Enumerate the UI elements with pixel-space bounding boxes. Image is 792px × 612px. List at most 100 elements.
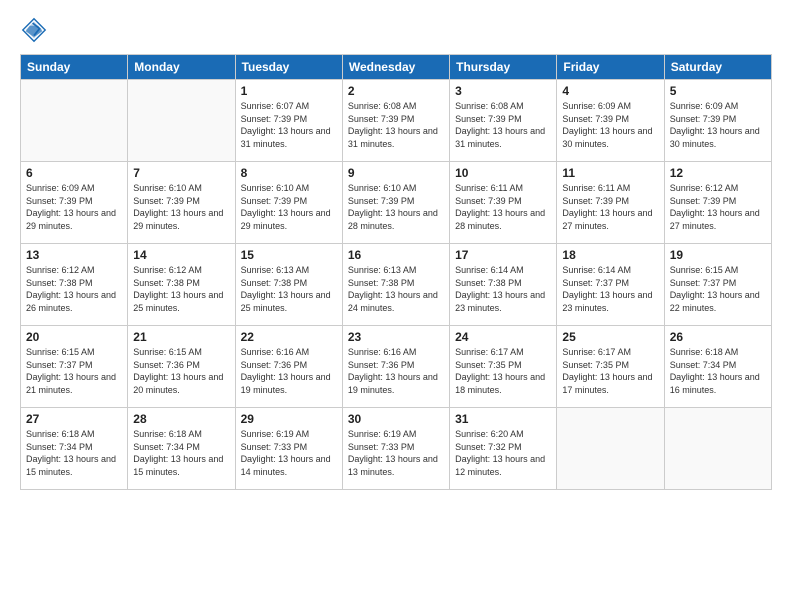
day-number: 4 (562, 84, 658, 98)
calendar-cell: 20 Sunrise: 6:15 AM Sunset: 7:37 PM Dayli… (21, 326, 128, 408)
day-info: Sunrise: 6:16 AM Sunset: 7:36 PM Dayligh… (348, 346, 444, 396)
day-info: Sunrise: 6:17 AM Sunset: 7:35 PM Dayligh… (562, 346, 658, 396)
calendar-cell: 17 Sunrise: 6:14 AM Sunset: 7:38 PM Dayli… (450, 244, 557, 326)
day-info: Sunrise: 6:13 AM Sunset: 7:38 PM Dayligh… (241, 264, 337, 314)
day-number: 7 (133, 166, 229, 180)
calendar-cell: 8 Sunrise: 6:10 AM Sunset: 7:39 PM Daylig… (235, 162, 342, 244)
day-number: 26 (670, 330, 766, 344)
day-number: 14 (133, 248, 229, 262)
calendar-cell: 15 Sunrise: 6:13 AM Sunset: 7:38 PM Dayli… (235, 244, 342, 326)
day-number: 9 (348, 166, 444, 180)
day-number: 3 (455, 84, 551, 98)
header (20, 16, 772, 44)
day-info: Sunrise: 6:15 AM Sunset: 7:36 PM Dayligh… (133, 346, 229, 396)
day-info: Sunrise: 6:12 AM Sunset: 7:38 PM Dayligh… (133, 264, 229, 314)
calendar-cell (128, 80, 235, 162)
day-info: Sunrise: 6:18 AM Sunset: 7:34 PM Dayligh… (133, 428, 229, 478)
calendar-cell: 30Sunrise: 6:19 AM Sunset: 7:33 PM Dayli… (342, 408, 449, 490)
calendar-cell (557, 408, 664, 490)
calendar-cell: 27Sunrise: 6:18 AM Sunset: 7:34 PM Dayli… (21, 408, 128, 490)
calendar-cell: 1Sunrise: 6:07 AM Sunset: 7:39 PM Daylig… (235, 80, 342, 162)
calendar-week-4: 20 Sunrise: 6:15 AM Sunset: 7:37 PM Dayli… (21, 326, 772, 408)
day-info: Sunrise: 6:11 AM Sunset: 7:39 PM Dayligh… (455, 182, 551, 232)
day-number: 17 (455, 248, 551, 262)
day-info: Sunrise: 6:15 AM Sunset: 7:37 PM Dayligh… (26, 346, 122, 396)
calendar-cell (21, 80, 128, 162)
day-info: Sunrise: 6:15 AM Sunset: 7:37 PM Dayligh… (670, 264, 766, 314)
day-number: 22 (241, 330, 337, 344)
calendar-week-3: 13 Sunrise: 6:12 AM Sunset: 7:38 PM Dayli… (21, 244, 772, 326)
calendar-cell: 25 Sunrise: 6:17 AM Sunset: 7:35 PM Dayli… (557, 326, 664, 408)
calendar-cell: 26 Sunrise: 6:18 AM Sunset: 7:34 PM Dayli… (664, 326, 771, 408)
calendar-header-tuesday: Tuesday (235, 55, 342, 80)
day-info: Sunrise: 6:10 AM Sunset: 7:39 PM Dayligh… (133, 182, 229, 232)
calendar-cell: 14 Sunrise: 6:12 AM Sunset: 7:38 PM Dayli… (128, 244, 235, 326)
calendar-cell (664, 408, 771, 490)
day-info: Sunrise: 6:14 AM Sunset: 7:37 PM Dayligh… (562, 264, 658, 314)
calendar-cell: 2Sunrise: 6:08 AM Sunset: 7:39 PM Daylig… (342, 80, 449, 162)
day-info: Sunrise: 6:16 AM Sunset: 7:36 PM Dayligh… (241, 346, 337, 396)
calendar-cell: 19 Sunrise: 6:15 AM Sunset: 7:37 PM Dayli… (664, 244, 771, 326)
calendar-cell: 24 Sunrise: 6:17 AM Sunset: 7:35 PM Dayli… (450, 326, 557, 408)
day-info: Sunrise: 6:18 AM Sunset: 7:34 PM Dayligh… (670, 346, 766, 396)
day-number: 25 (562, 330, 658, 344)
day-number: 8 (241, 166, 337, 180)
calendar-cell: 28 Sunrise: 6:18 AM Sunset: 7:34 PM Dayli… (128, 408, 235, 490)
day-number: 27 (26, 412, 122, 426)
day-info: Sunrise: 6:09 AM Sunset: 7:39 PM Dayligh… (562, 100, 658, 150)
calendar-week-2: 6 Sunrise: 6:09 AM Sunset: 7:39 PM Daylig… (21, 162, 772, 244)
day-number: 6 (26, 166, 122, 180)
day-info: Sunrise: 6:17 AM Sunset: 7:35 PM Dayligh… (455, 346, 551, 396)
logo (20, 16, 52, 44)
day-info: Sunrise: 6:10 AM Sunset: 7:39 PM Dayligh… (241, 182, 337, 232)
calendar-header-thursday: Thursday (450, 55, 557, 80)
calendar-header-row: SundayMondayTuesdayWednesdayThursdayFrid… (21, 55, 772, 80)
day-info: Sunrise: 6:09 AM Sunset: 7:39 PM Dayligh… (26, 182, 122, 232)
day-number: 31 (455, 412, 551, 426)
calendar-header-sunday: Sunday (21, 55, 128, 80)
calendar-cell: 18 Sunrise: 6:14 AM Sunset: 7:37 PM Dayli… (557, 244, 664, 326)
page: SundayMondayTuesdayWednesdayThursdayFrid… (0, 0, 792, 612)
calendar-week-5: 27 Sunrise: 6:18 AM Sunset: 7:34 PM Dayli… (21, 408, 772, 490)
day-number: 20 (26, 330, 122, 344)
calendar-header-monday: Monday (128, 55, 235, 80)
calendar-cell: 16 Sunrise: 6:13 AM Sunset: 7:38 PM Dayli… (342, 244, 449, 326)
day-info: Sunrise: 6:12 AM Sunset: 7:38 PM Dayligh… (26, 264, 122, 314)
calendar-header-saturday: Saturday (664, 55, 771, 80)
day-number: 21 (133, 330, 229, 344)
day-number: 29 (241, 412, 337, 426)
calendar-cell: 23Sunrise: 6:16 AM Sunset: 7:36 PM Dayli… (342, 326, 449, 408)
calendar-cell: 7 Sunrise: 6:10 AM Sunset: 7:39 PM Daylig… (128, 162, 235, 244)
day-number: 16 (348, 248, 444, 262)
day-info: Sunrise: 6:20 AM Sunset: 7:32 PM Dayligh… (455, 428, 551, 478)
day-number: 28 (133, 412, 229, 426)
calendar-cell: 12Sunrise: 6:12 AM Sunset: 7:39 PM Dayli… (664, 162, 771, 244)
calendar-cell: 29 Sunrise: 6:19 AM Sunset: 7:33 PM Dayli… (235, 408, 342, 490)
day-info: Sunrise: 6:19 AM Sunset: 7:33 PM Dayligh… (241, 428, 337, 478)
day-number: 13 (26, 248, 122, 262)
calendar-week-1: 1Sunrise: 6:07 AM Sunset: 7:39 PM Daylig… (21, 80, 772, 162)
calendar-cell: 11Sunrise: 6:11 AM Sunset: 7:39 PM Dayli… (557, 162, 664, 244)
calendar-cell: 31 Sunrise: 6:20 AM Sunset: 7:32 PM Dayli… (450, 408, 557, 490)
day-info: Sunrise: 6:11 AM Sunset: 7:39 PM Dayligh… (562, 182, 658, 232)
day-number: 15 (241, 248, 337, 262)
calendar-cell: 10 Sunrise: 6:11 AM Sunset: 7:39 PM Dayli… (450, 162, 557, 244)
day-number: 19 (670, 248, 766, 262)
calendar-cell: 3Sunrise: 6:08 AM Sunset: 7:39 PM Daylig… (450, 80, 557, 162)
calendar-cell: 22 Sunrise: 6:16 AM Sunset: 7:36 PM Dayli… (235, 326, 342, 408)
day-number: 18 (562, 248, 658, 262)
day-info: Sunrise: 6:12 AM Sunset: 7:39 PM Dayligh… (670, 182, 766, 232)
calendar-cell: 5Sunrise: 6:09 AM Sunset: 7:39 PM Daylig… (664, 80, 771, 162)
day-info: Sunrise: 6:19 AM Sunset: 7:33 PM Dayligh… (348, 428, 444, 478)
day-info: Sunrise: 6:14 AM Sunset: 7:38 PM Dayligh… (455, 264, 551, 314)
day-info: Sunrise: 6:09 AM Sunset: 7:39 PM Dayligh… (670, 100, 766, 150)
day-info: Sunrise: 6:10 AM Sunset: 7:39 PM Dayligh… (348, 182, 444, 232)
calendar-header-friday: Friday (557, 55, 664, 80)
day-number: 10 (455, 166, 551, 180)
day-number: 24 (455, 330, 551, 344)
calendar-cell: 21 Sunrise: 6:15 AM Sunset: 7:36 PM Dayli… (128, 326, 235, 408)
day-info: Sunrise: 6:13 AM Sunset: 7:38 PM Dayligh… (348, 264, 444, 314)
calendar-header-wednesday: Wednesday (342, 55, 449, 80)
calendar-cell: 9 Sunrise: 6:10 AM Sunset: 7:39 PM Daylig… (342, 162, 449, 244)
logo-icon (20, 16, 48, 44)
